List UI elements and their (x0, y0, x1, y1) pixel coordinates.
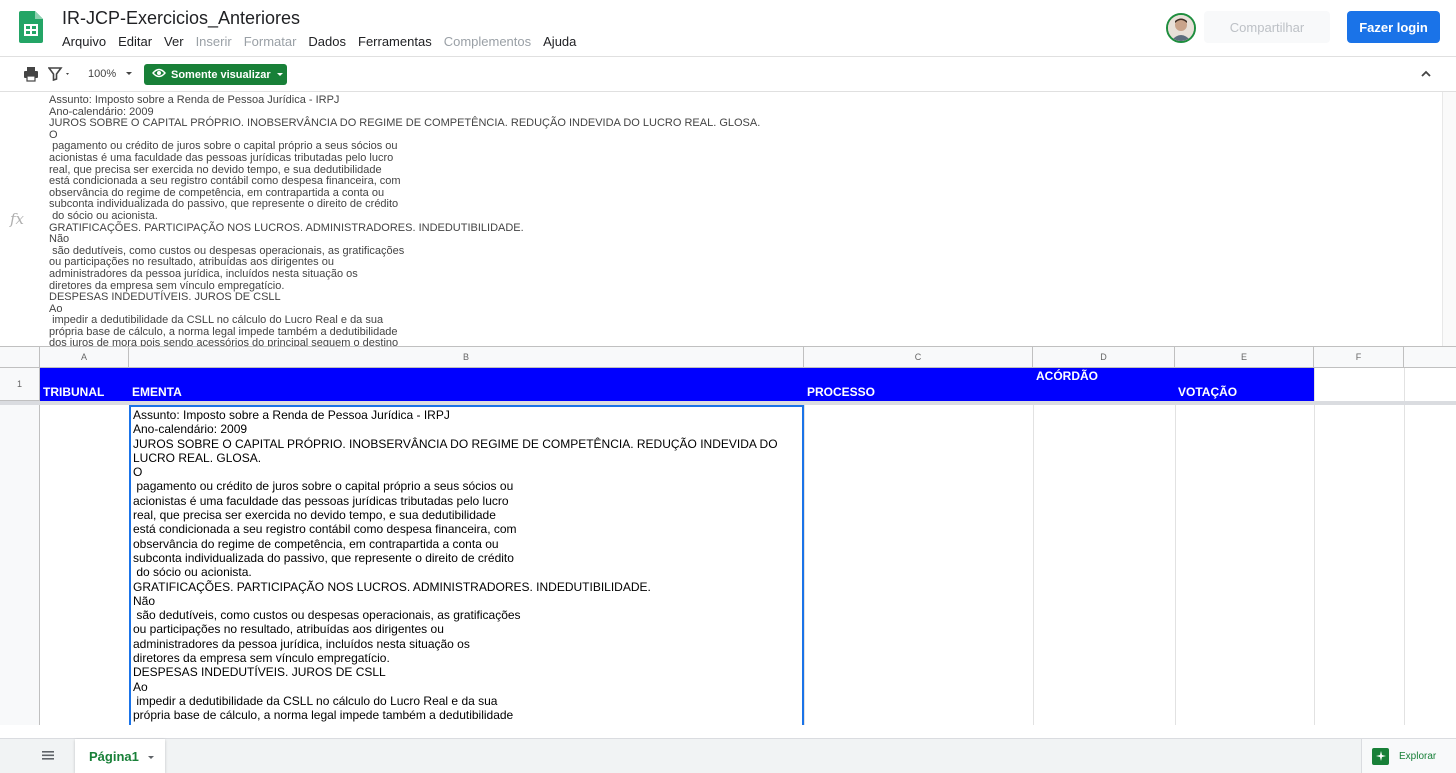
cell-b2-text: Assunto: Imposto sobre a Renda de Pessoa… (133, 408, 778, 723)
login-button[interactable]: Fazer login (1347, 11, 1440, 43)
row-header-1[interactable]: 1 (0, 368, 40, 401)
divider (1033, 405, 1034, 725)
zoom-select[interactable]: 100% (88, 68, 116, 80)
cell-b2-selected[interactable]: Assunto: Imposto sobre a Renda de Pessoa… (129, 405, 804, 725)
eye-icon (152, 68, 166, 81)
explore-label: Explorar (1399, 750, 1437, 762)
cell-a1[interactable]: TRIBUNAL (40, 368, 129, 401)
header-ementa: EMENTA (132, 385, 182, 399)
menu-dados[interactable]: Dados (308, 34, 346, 49)
cell-b1[interactable]: EMENTA (129, 368, 804, 401)
explore-button[interactable]: Explorar (1361, 739, 1456, 773)
menu-complementos[interactable]: Complementos (444, 34, 531, 49)
divider (804, 405, 805, 725)
divider (1175, 405, 1176, 725)
divider (1314, 368, 1315, 401)
formula-scrollbar[interactable] (1442, 92, 1456, 346)
column-header-e[interactable]: E (1175, 347, 1314, 368)
column-header-d[interactable]: D (1033, 347, 1175, 368)
view-only-button[interactable]: Somente visualizar (144, 64, 287, 85)
menu-editar[interactable]: Editar (118, 34, 152, 49)
zoom-chevron-down-icon[interactable] (124, 68, 134, 81)
avatar[interactable] (1166, 13, 1196, 43)
menu-ver[interactable]: Ver (164, 34, 184, 49)
menu-ferramentas[interactable]: Ferramentas (358, 34, 432, 49)
sheet-tab-bar: Página1 Explorar (0, 738, 1456, 773)
document-title[interactable]: IR-JCP-Exercicios_Anteriores (62, 8, 300, 29)
formula-input[interactable]: Assunto: Imposto sobre a Renda de Pessoa… (49, 94, 809, 346)
sheet-tab-pagina1[interactable]: Página1 (75, 739, 165, 773)
menu-formatar[interactable]: Formatar (244, 34, 297, 49)
menu-inserir[interactable]: Inserir (196, 34, 232, 49)
column-header-b[interactable]: B (129, 347, 804, 368)
sheet-tab-chevron-down-icon[interactable] (147, 749, 155, 764)
print-icon[interactable] (23, 66, 39, 85)
collapse-chevron-up-icon[interactable] (1419, 67, 1433, 84)
view-only-label: Somente visualizar (171, 68, 271, 81)
cell-c1[interactable]: PROCESSO (804, 368, 1033, 401)
header-processo: PROCESSO (807, 385, 876, 399)
divider (1314, 405, 1315, 725)
toolbar: 100% Somente visualizar (0, 57, 1456, 92)
column-header-f[interactable]: F (1314, 347, 1404, 368)
sheet-tab-label: Página1 (89, 748, 139, 764)
filter-icon[interactable] (47, 67, 72, 84)
fx-icon: fx (10, 210, 25, 228)
column-header-a[interactable]: A (40, 347, 129, 368)
formula-bar: fx Assunto: Imposto sobre a Renda de Pes… (0, 92, 1456, 347)
sheets-logo-icon[interactable] (19, 11, 43, 43)
cell-e1[interactable]: VOTAÇÃO (1175, 368, 1314, 401)
all-sheets-menu-icon[interactable] (41, 748, 55, 766)
column-header-extra (1404, 347, 1456, 368)
spreadsheet-grid: A B C D E F 1 TRIBUNAL EMENTA PROCESSO A… (0, 347, 1456, 725)
share-button[interactable]: Compartilhar (1204, 11, 1330, 43)
header-tribunal: TRIBUNAL (43, 385, 105, 399)
explore-icon (1372, 747, 1389, 765)
divider (1404, 368, 1405, 401)
view-only-chevron-down-icon (276, 69, 284, 81)
select-all-corner[interactable] (0, 347, 40, 368)
menu-ajuda[interactable]: Ajuda (543, 34, 576, 49)
cell-d1[interactable]: ACÓRDÃO (1033, 368, 1175, 401)
column-header-c[interactable]: C (804, 347, 1033, 368)
header-acordao: ACÓRDÃO (1036, 369, 1098, 383)
menu-arquivo[interactable]: Arquivo (62, 34, 106, 49)
menu-bar: Arquivo Editar Ver Inserir Formatar Dado… (62, 34, 588, 49)
divider (1404, 405, 1405, 725)
row-header-2[interactable] (0, 405, 40, 725)
header-votacao: VOTAÇÃO (1178, 385, 1238, 399)
top-bar: IR-JCP-Exercicios_Anteriores Arquivo Edi… (0, 0, 1456, 57)
